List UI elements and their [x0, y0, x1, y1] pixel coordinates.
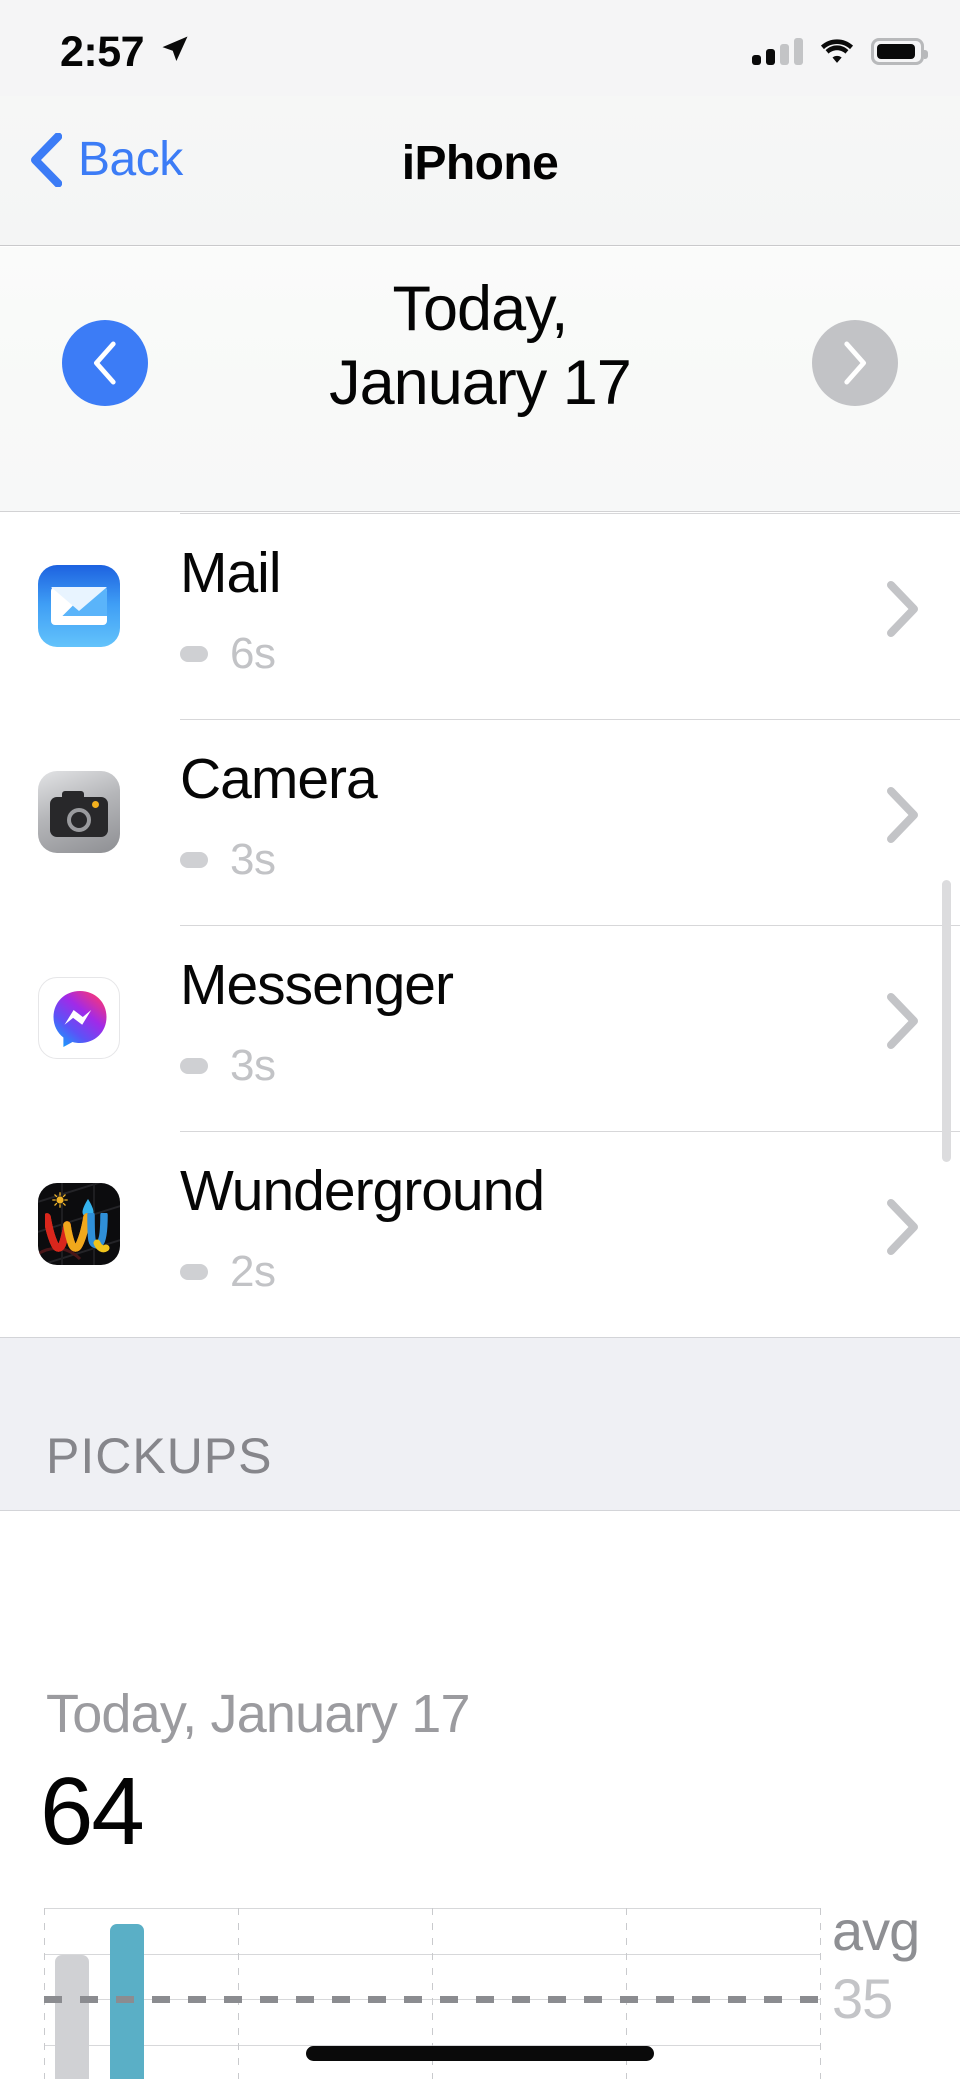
battery-icon: [871, 38, 924, 65]
chevron-right-icon: [842, 341, 868, 385]
status-bar-time: 2:57: [60, 28, 144, 77]
mail-app-icon: [38, 565, 120, 647]
app-name: Camera: [180, 751, 377, 808]
app-row-wunderground[interactable]: Wunderground 2s: [0, 1131, 960, 1337]
screen-time-app-usage-screen: 2:57 Back iPhone: [0, 0, 960, 2079]
chart-gridline-vertical: [820, 1908, 821, 2079]
usage-bar-indicator: [180, 1058, 208, 1074]
app-row-camera[interactable]: Camera 3s: [0, 719, 960, 925]
section-header-label: PICKUPS: [46, 1427, 273, 1485]
vertical-scrollbar[interactable]: [942, 880, 951, 1162]
pickups-panel: Today, January 17 64 avg 35: [0, 1511, 960, 2079]
app-usage-list: Mail 6s Camera 3s: [0, 513, 960, 1337]
app-row-mail[interactable]: Mail 6s: [0, 513, 960, 719]
chart-bar[interactable]: [55, 1955, 89, 2079]
app-row-messenger[interactable]: Messenger 3s: [0, 925, 960, 1131]
usage-bar-indicator: [180, 852, 208, 868]
usage-bar-indicator: [180, 1264, 208, 1280]
chart-gridline-vertical: [44, 1908, 45, 2079]
next-day-button[interactable]: [812, 320, 898, 406]
chevron-right-icon: [886, 1199, 920, 1255]
app-usage-meta: 3s: [180, 1041, 275, 1091]
page-title: iPhone: [0, 136, 960, 191]
app-usage-meta: 6s: [180, 629, 275, 679]
wifi-icon: [819, 38, 855, 65]
app-duration: 6s: [230, 629, 275, 679]
app-duration: 2s: [230, 1247, 275, 1297]
chart-avg-value: 35: [832, 1971, 892, 2027]
pickups-count: 64: [40, 1764, 143, 1860]
date-selector: Today, January 17: [0, 247, 960, 512]
chevron-right-icon: [886, 993, 920, 1049]
chevron-right-icon: [886, 787, 920, 843]
location-arrow-icon: [160, 34, 190, 69]
status-bar-indicators: [752, 38, 924, 65]
selected-date-line1: Today,: [0, 273, 960, 347]
app-name: Wunderground: [180, 1163, 544, 1220]
wunderground-app-icon: [38, 1183, 120, 1265]
chart-avg-label: avg: [832, 1903, 919, 1959]
app-name: Mail: [180, 545, 281, 602]
navigation-bar: Back iPhone: [0, 96, 960, 246]
usage-bar-indicator: [180, 646, 208, 662]
messenger-app-icon: [38, 977, 120, 1059]
app-duration: 3s: [230, 835, 275, 885]
pickups-date: Today, January 17: [46, 1683, 470, 1745]
chevron-right-icon: [886, 581, 920, 637]
pickups-section-header: PICKUPS: [0, 1337, 960, 1511]
app-name: Messenger: [180, 957, 453, 1014]
camera-app-icon: [38, 771, 120, 853]
chart-average-line: [44, 1996, 820, 2003]
cellular-bars-icon: [752, 39, 803, 65]
chart-gridline-vertical: [238, 1908, 239, 2079]
app-duration: 3s: [230, 1041, 275, 1091]
home-indicator-bar: [306, 2046, 654, 2061]
status-bar: 2:57: [0, 0, 960, 96]
app-usage-meta: 2s: [180, 1247, 275, 1297]
app-usage-meta: 3s: [180, 835, 275, 885]
